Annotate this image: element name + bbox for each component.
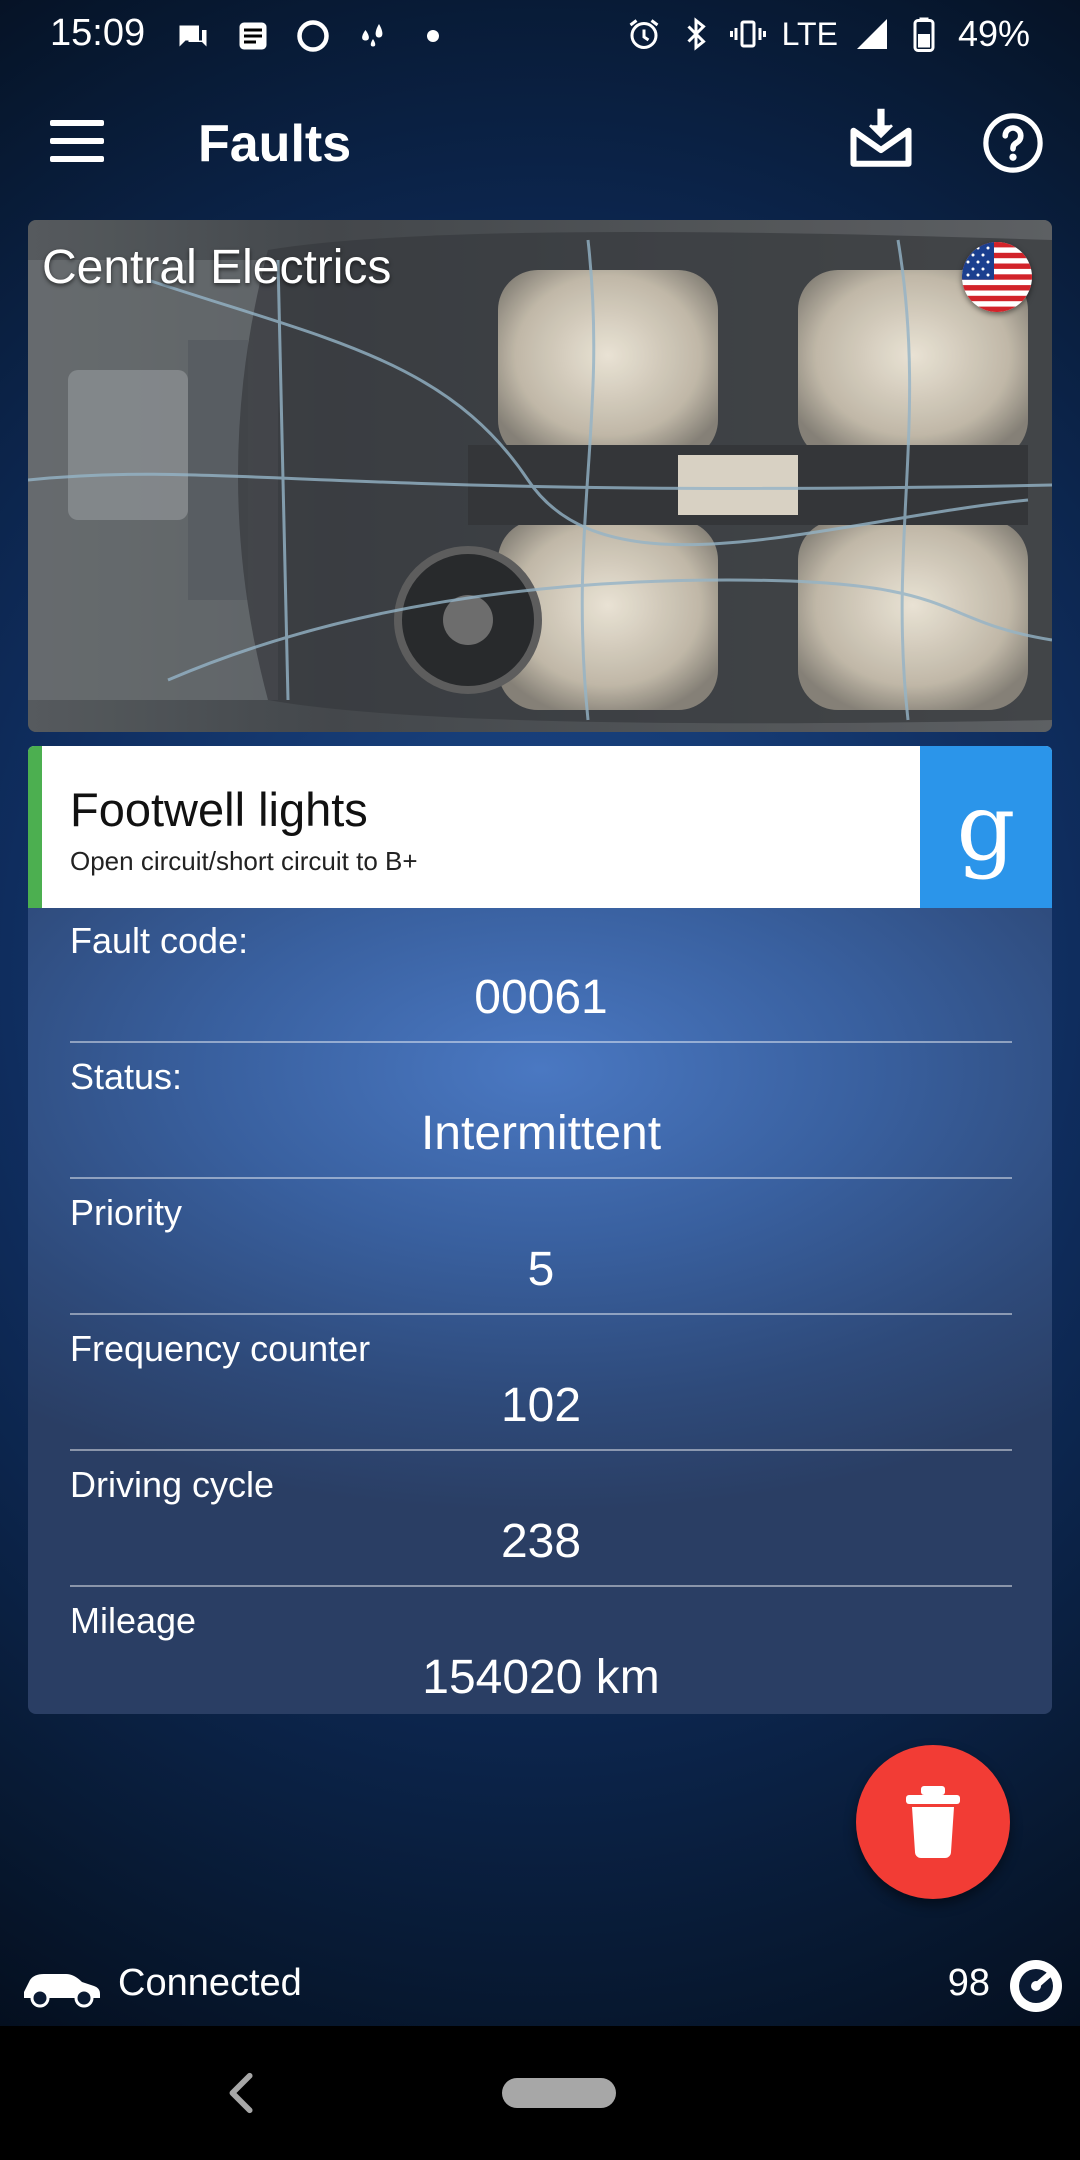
detail-row-priority: Priority 5 [70, 1180, 1012, 1315]
connection-count: 98 [947, 1962, 990, 2004]
delete-fault-button[interactable] [856, 1745, 1010, 1899]
fault-description: Open circuit/short circuit to B+ [70, 846, 418, 876]
detail-row-fault-code: Fault code: 00061 [70, 908, 1012, 1043]
detail-row-driving-cycle: Driving cycle 238 [70, 1452, 1012, 1587]
us-flag-icon[interactable] [962, 242, 1032, 312]
detail-value: 238 [500, 1515, 582, 1568]
detail-row-frequency-counter: Frequency counter 102 [70, 1316, 1012, 1451]
detail-value: Intermittent [420, 1107, 662, 1160]
battery-percent: 49% [957, 13, 1030, 54]
fault-name: Footwell lights [70, 783, 368, 836]
divider [70, 1177, 1012, 1179]
detail-value: 5 [527, 1243, 555, 1296]
network-type: LTE [781, 15, 838, 52]
menu-icon[interactable] [50, 120, 104, 164]
alarm-icon [629, 19, 659, 49]
download-mail-icon[interactable] [848, 106, 914, 172]
system-nav-bar [0, 2026, 1080, 2160]
page-title: Faults [198, 115, 352, 173]
vibrate-icon [729, 20, 766, 48]
dot-icon [427, 30, 439, 42]
bluetooth-icon [687, 17, 706, 51]
connection-status-bar: Connected 98 [0, 1950, 1080, 2020]
speedometer-icon[interactable] [1008, 1958, 1064, 2014]
detail-value: 154020 km [422, 1651, 660, 1704]
detail-label: Mileage [70, 1600, 197, 1641]
divider [70, 1041, 1012, 1043]
detail-row-status: Status: Intermittent [70, 1044, 1012, 1179]
battery-icon [913, 17, 935, 52]
divider [70, 1313, 1012, 1315]
detail-label: Status: [70, 1056, 183, 1097]
detail-label: Fault code: [70, 920, 249, 961]
home-pill[interactable] [502, 2078, 616, 2108]
app-toolbar: Faults [0, 90, 1080, 200]
car-wiring-image [28, 220, 1052, 732]
fault-details-panel: Fault code: 00061 Status: Intermittent P… [28, 908, 1052, 1714]
trash-icon [906, 1786, 960, 1858]
message-icon [239, 22, 267, 50]
detail-value: 00061 [474, 971, 608, 1024]
car-icon [24, 1974, 100, 2008]
detail-label: Priority [70, 1192, 183, 1233]
detail-row-mileage: Mileage 154020 km [70, 1588, 1012, 1723]
chat-icon [179, 25, 207, 47]
divider [70, 1449, 1012, 1451]
help-icon[interactable] [982, 112, 1044, 174]
notification-icons [175, 14, 451, 58]
detail-label: Driving cycle [70, 1464, 275, 1505]
fault-status-accent [28, 746, 42, 908]
status-bar: 15:09 LTE 49% [0, 0, 1080, 70]
circle-icon [297, 20, 329, 52]
status-time: 15:09 [50, 12, 146, 54]
drops-icon [362, 24, 383, 47]
fault-header-card[interactable]: Footwell lights Open circuit/short circu… [28, 746, 1052, 908]
divider [70, 1585, 1012, 1587]
detail-value: 102 [500, 1379, 582, 1432]
google-icon: g [956, 773, 1016, 881]
module-image: Central Electrics [28, 220, 1052, 732]
system-icons: LTE 49% [626, 12, 1030, 56]
google-search-button[interactable]: g [920, 746, 1052, 908]
back-icon[interactable] [222, 2070, 262, 2116]
connection-label: Connected [118, 1962, 302, 2004]
module-title: Central Electrics [42, 241, 392, 294]
signal-icon [856, 19, 887, 49]
detail-label: Frequency counter [70, 1328, 371, 1369]
